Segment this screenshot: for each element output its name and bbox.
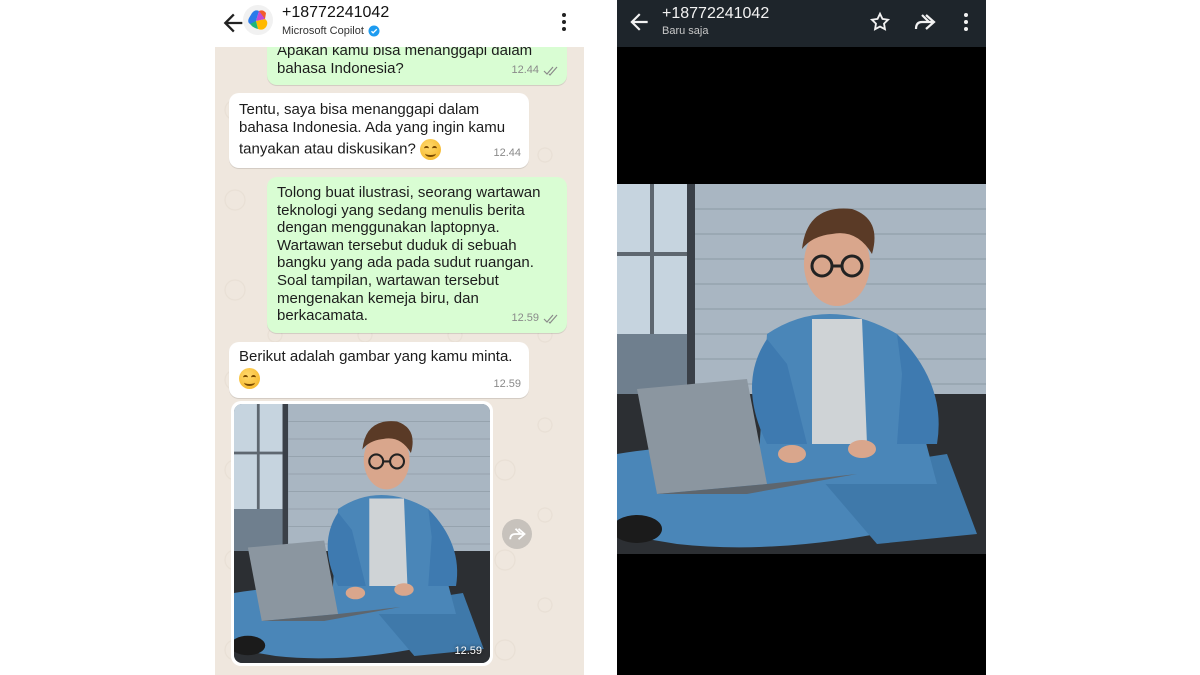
smiling-emoji-icon [419,139,441,161]
copilot-logo-icon[interactable] [243,5,273,35]
message-line: bahasa Indonesia? [277,59,404,77]
message-bubble-outgoing[interactable]: Tolong buat ilustrasi, seorang wartawan … [267,177,567,333]
image-message-bubble[interactable]: 12.59 [231,401,493,666]
message-text: Berikut adalah gambar yang kamu minta. [239,348,512,389]
double-check-icon [543,66,558,77]
message-line: Berikut adalah gambar yang kamu minta. [239,348,513,365]
generated-image-full[interactable] [617,184,986,554]
message-bubble-incoming[interactable]: Tentu, saya bisa menanggapi dalam bahasa… [229,93,529,168]
message-text: Apakan kamu bisa menanggapi dalam bahasa… [277,42,532,77]
generated-image-thumbnail[interactable]: 12.59 [234,404,490,663]
message-timestamp: 12.59 [493,378,521,391]
smiling-emoji-icon [239,367,260,389]
chat-header: +18772241042 Microsoft Copilot [215,0,584,47]
forward-button[interactable] [502,519,532,549]
viewer-subtitle: Baru saja [662,25,709,37]
image-timestamp: 12.59 [454,645,482,657]
back-arrow-icon[interactable] [626,9,652,35]
message-line: tanyakan atau diskusikan? [239,140,416,158]
forward-icon [509,528,526,540]
double-check-icon [543,314,558,325]
journalist-illustration [617,184,986,554]
message-text: Tolong buat ilustrasi, seorang wartawan … [277,184,540,325]
contact-number[interactable]: +18772241042 [282,4,389,22]
more-options-icon[interactable] [957,10,975,34]
message-line: Tolong buat ilustrasi, seorang wartawan [277,184,541,201]
message-line: Wartawan tersebut duduk di sebuah [277,236,517,254]
viewer-header: +18772241042 Baru saja [617,0,986,47]
message-line: dengan menggunakan laptopnya. [277,219,500,237]
message-timestamp: 12.59 [511,312,539,325]
message-line: Soal tampilan, wartawan tersebut [277,271,499,289]
message-timestamp: 12.44 [493,147,521,160]
message-line: Tentu, saya bisa menanggapi dalam [239,101,480,118]
message-time: 12.44 [511,62,559,80]
message-bubble-incoming[interactable]: Berikut adalah gambar yang kamu minta. 1… [229,342,529,398]
message-line: teknologi yang sedang menulis berita [277,201,525,219]
more-options-icon[interactable] [554,10,574,34]
message-time: 12.59 [511,310,559,328]
message-line: berkacamata. [277,307,368,325]
chat-panel: +18772241042 Microsoft Copilot Apakan ka… [215,0,584,675]
message-line: bahasa Indonesia. Ada yang ingin kamu [239,118,506,136]
message-timestamp: 12.44 [511,64,539,77]
message-line: bangku yang ada pada sudut ruangan. [277,254,534,272]
contact-subtitle-text: Microsoft Copilot [282,25,364,37]
contact-subtitle: Microsoft Copilot [282,25,380,37]
verified-badge-icon [368,25,380,37]
star-icon[interactable] [869,11,891,33]
message-line-with-emoji: tanyakan atau diskusikan? [239,139,505,161]
message-line-with-emoji [239,367,512,389]
message-line: mengenakan kemeja biru, dan [277,289,479,307]
forward-icon[interactable] [913,11,937,33]
viewer-contact-number: +18772241042 [662,5,770,22]
journalist-illustration [234,404,490,663]
message-text: Tentu, saya bisa menanggapi dalam bahasa… [239,101,506,161]
image-viewer-panel: +18772241042 Baru saja [617,0,986,675]
message-time: 12.44 [493,145,521,163]
message-time: 12.59 [493,376,521,394]
